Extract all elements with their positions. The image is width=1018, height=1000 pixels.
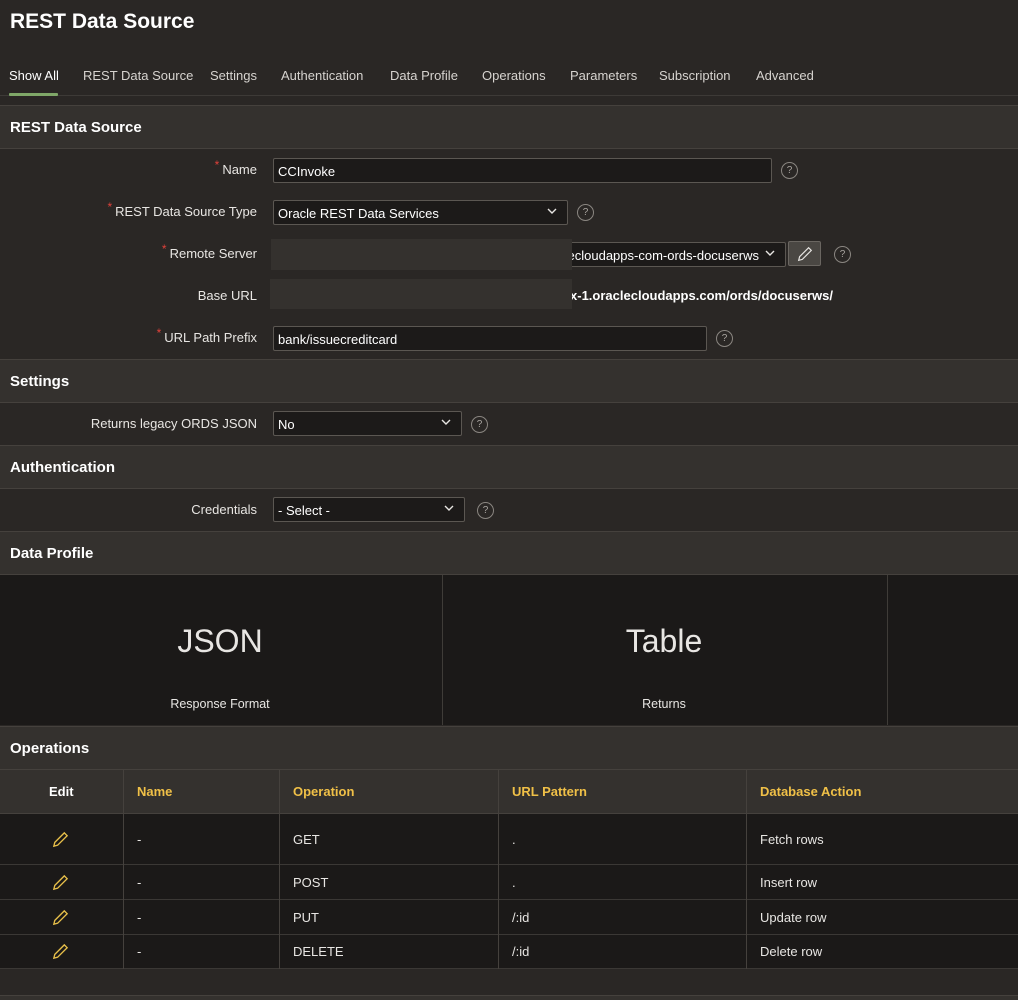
row-url-pattern: /:id — [512, 910, 530, 925]
edit-pencil-icon[interactable] — [51, 908, 70, 927]
pencil-icon — [797, 246, 813, 262]
edit-server-button[interactable] — [788, 241, 821, 266]
row-name: - — [137, 875, 142, 890]
redaction-block — [271, 239, 572, 270]
column-header-url-pattern[interactable]: URL Pattern — [512, 784, 587, 799]
tab-data-profile[interactable]: Data Profile — [390, 68, 458, 83]
name-input[interactable]: CCInvoke — [273, 158, 772, 183]
legacy-json-label: Returns legacy ORDS JSON — [90, 416, 257, 431]
section-title: Data Profile — [10, 545, 94, 562]
credentials-label: Credentials — [191, 502, 257, 517]
credentials-select[interactable]: - Select - — [273, 497, 465, 522]
edit-pencil-icon[interactable] — [51, 942, 70, 961]
legacy-json-help-icon[interactable]: ? — [471, 416, 488, 433]
tab-settings[interactable]: Settings — [210, 68, 257, 83]
row-operation: POST — [293, 875, 329, 890]
row-name: - — [137, 832, 142, 847]
divider — [887, 575, 888, 725]
remote-server-label: * Remote Server — [161, 242, 257, 261]
table-header: Edit Name Operation URL Pattern Database… — [0, 770, 1018, 814]
rest-type-help-icon[interactable]: ? — [577, 204, 594, 221]
legacy-json-select[interactable]: No — [273, 411, 462, 436]
next-section-edge — [0, 995, 1018, 1000]
divider — [442, 575, 443, 725]
name-help-icon[interactable]: ? — [781, 162, 798, 179]
column-divider — [498, 770, 499, 969]
row-name: - — [137, 944, 142, 959]
required-star: * — [161, 242, 167, 256]
row-database-action: Update row — [760, 910, 827, 925]
column-divider — [746, 770, 747, 969]
column-header-operation[interactable]: Operation — [293, 784, 354, 799]
url-path-prefix-label: * URL Path Prefix — [156, 326, 257, 345]
page-title: REST Data Source — [10, 10, 195, 33]
row-url-pattern: . — [512, 875, 516, 890]
response-format-label: Response Format — [170, 697, 270, 711]
response-format-value: JSON — [177, 623, 263, 659]
column-header-name[interactable]: Name — [137, 784, 172, 799]
section-title: Settings — [10, 373, 70, 390]
redaction-block — [270, 279, 572, 309]
tab-rest-data-source[interactable]: REST Data Source — [83, 68, 193, 83]
rest-type-select[interactable]: Oracle REST Data Services — [273, 200, 568, 225]
section-title: REST Data Source — [10, 119, 142, 136]
tab-authentication[interactable]: Authentication — [281, 68, 363, 83]
tab-bar: Show All REST Data Source Settings Authe… — [0, 60, 1018, 96]
column-header-database-action[interactable]: Database Action — [760, 784, 861, 799]
edit-pencil-icon[interactable] — [51, 830, 70, 849]
required-star: * — [214, 158, 220, 172]
section-header-data-profile: Data Profile — [0, 531, 1018, 575]
row-operation: PUT — [293, 910, 319, 925]
tab-parameters[interactable]: Parameters — [570, 68, 637, 83]
table-row: - DELETE /:id Delete row — [0, 935, 1018, 969]
chevron-down-icon — [444, 505, 454, 511]
name-label: * Name — [214, 158, 257, 177]
row-url-pattern: /:id — [512, 944, 530, 959]
returns-value: Table — [625, 623, 703, 659]
row-url-pattern: . — [512, 832, 516, 847]
section-header-rest-data-source: REST Data Source — [0, 105, 1018, 149]
credentials-help-icon[interactable]: ? — [477, 502, 494, 519]
table-row: - POST . Insert row — [0, 865, 1018, 900]
tab-advanced[interactable]: Advanced — [756, 68, 814, 83]
section-title: Operations — [10, 740, 90, 757]
returns-label: Returns — [642, 697, 686, 711]
section-header-settings: Settings — [0, 359, 1018, 403]
section-header-operations: Operations — [0, 726, 1018, 770]
row-operation: GET — [293, 832, 320, 847]
url-path-prefix-input[interactable]: bank/issuecreditcard — [273, 326, 707, 351]
column-divider — [279, 770, 280, 969]
row-database-action: Fetch rows — [760, 832, 824, 847]
active-tab-indicator — [9, 93, 58, 96]
chevron-down-icon — [765, 250, 775, 256]
chevron-down-icon — [441, 419, 451, 425]
tab-operations[interactable]: Operations — [482, 68, 546, 83]
chevron-down-icon — [547, 208, 557, 214]
column-divider — [123, 770, 124, 969]
required-star: * — [107, 200, 113, 214]
table-row: - PUT /:id Update row — [0, 900, 1018, 935]
tab-subscription[interactable]: Subscription — [659, 68, 731, 83]
column-header-edit: Edit — [49, 784, 74, 799]
rest-type-label: * REST Data Source Type — [107, 200, 257, 219]
row-name: - — [137, 910, 142, 925]
data-profile-summary: JSON Response Format Table Returns — [0, 575, 1018, 725]
row-database-action: Delete row — [760, 944, 823, 959]
row-database-action: Insert row — [760, 875, 818, 890]
section-header-authentication: Authentication — [0, 445, 1018, 489]
url-path-prefix-help-icon[interactable]: ? — [716, 330, 733, 347]
tab-show-all[interactable]: Show All — [9, 68, 59, 83]
section-title: Authentication — [10, 459, 115, 476]
table-row: - GET . Fetch rows — [0, 814, 1018, 865]
remote-server-help-icon[interactable]: ? — [834, 246, 851, 263]
required-star: * — [156, 326, 162, 340]
base-url-label: Base URL — [197, 288, 257, 303]
row-operation: DELETE — [293, 944, 344, 959]
edit-pencil-icon[interactable] — [51, 873, 70, 892]
